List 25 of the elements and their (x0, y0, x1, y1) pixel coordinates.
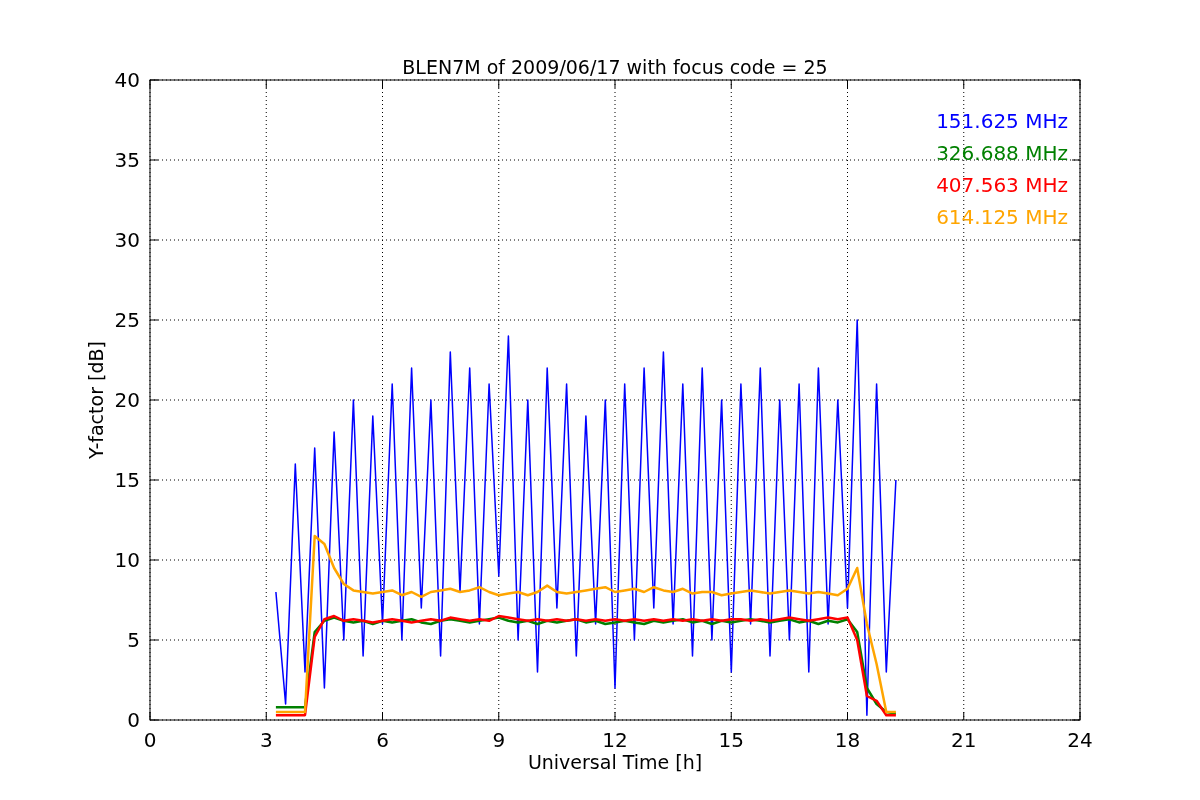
y-tick-label: 20 (114, 388, 140, 412)
x-tick-label: 9 (492, 728, 506, 752)
x-tick-label: 3 (259, 728, 273, 752)
y-tick-label: 30 (114, 228, 140, 252)
legend-label: 614.125 MHz (936, 205, 1068, 229)
y-tick-label: 5 (127, 628, 140, 652)
y-tick-label: 10 (114, 548, 140, 572)
y-tick-label: 40 (114, 68, 140, 92)
x-axis-label: Universal Time [h] (527, 751, 703, 773)
x-tick-label: 24 (1067, 728, 1093, 752)
x-tick-label: 0 (143, 728, 157, 752)
x-tick-label: 21 (951, 728, 977, 752)
chart-title: BLEN7M of 2009/06/17 with focus code = 25 (402, 56, 828, 78)
legend-label: 151.625 MHz (936, 109, 1068, 133)
x-tick-label: 6 (376, 728, 389, 752)
y-tick-label: 25 (114, 308, 140, 332)
y-tick-label: 35 (114, 148, 140, 172)
x-tick-label: 18 (834, 728, 861, 752)
y-tick-label: 0 (127, 708, 140, 732)
y-axis-label: Y-factor [dB] (85, 341, 107, 459)
x-tick-label: 15 (718, 728, 744, 752)
x-tick-label: 12 (602, 728, 628, 752)
y-tick-label: 15 (114, 468, 140, 492)
legend-label: 326.688 MHz (936, 141, 1068, 165)
legend-label: 407.563 MHz (936, 173, 1068, 197)
